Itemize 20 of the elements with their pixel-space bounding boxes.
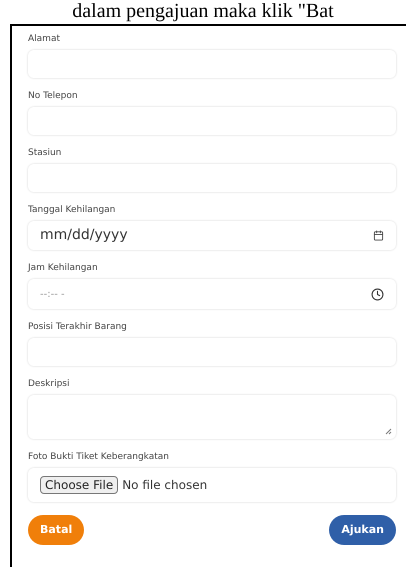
field-label: Jam Kehilangan [28, 263, 99, 274]
field-label: Stasiun [28, 148, 62, 159]
field-label: Deskripsi [28, 379, 70, 390]
field-label: No Telepon [28, 91, 79, 102]
file-field[interactable]: Choose File No file chosen [28, 468, 396, 502]
field-label: Posisi Terakhir Barang [28, 322, 128, 333]
choose-file-button[interactable]: Choose File [40, 476, 118, 494]
field-label: Alamat [28, 34, 61, 45]
calendar-icon[interactable] [373, 230, 384, 241]
description-field[interactable] [28, 395, 396, 439]
clock-icon[interactable] [371, 288, 384, 300]
file-status: No file chosen [122, 477, 208, 494]
document-caption: dalam pengajuan maka klik "Bat [71, 0, 335, 22]
date-field[interactable]: mm/dd/yyyy [28, 221, 396, 250]
field-label: Foto Bukti Tiket Keberangkatan [28, 452, 170, 463]
resize-handle-icon[interactable] [385, 428, 392, 435]
date-placeholder: mm/dd/yyyy [40, 226, 128, 245]
submit-button[interactable]: Ajukan [329, 515, 396, 545]
field-label: Tanggal Kehilangan [28, 205, 116, 216]
time-placeholder: --:-- - [40, 288, 65, 302]
